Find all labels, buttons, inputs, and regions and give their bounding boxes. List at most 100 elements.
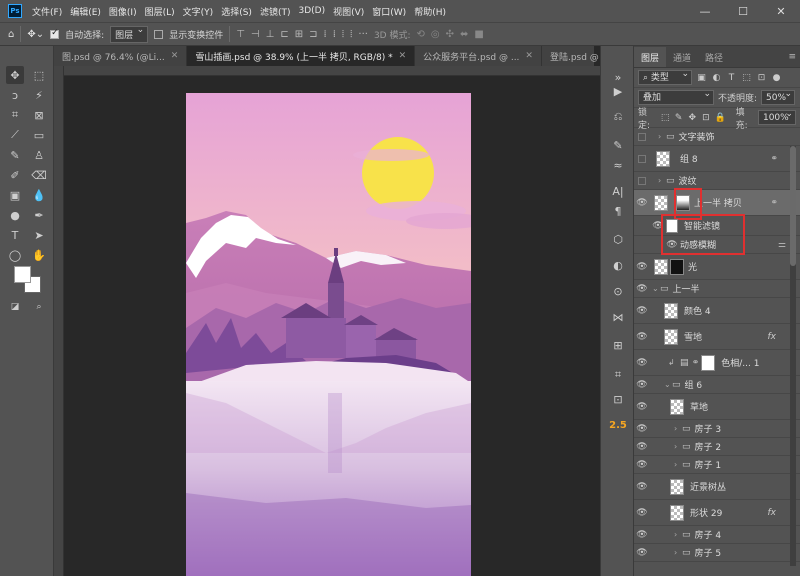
align-vcenter-icon[interactable]: ⊣ xyxy=(251,29,260,40)
chevron-right-icon[interactable]: › xyxy=(674,530,682,539)
3d-icon[interactable]: ⬡ xyxy=(609,230,627,248)
eye-icon[interactable]: 👁 xyxy=(634,530,650,540)
brushes-icon[interactable]: ≈ xyxy=(609,156,627,174)
eye-icon[interactable]: 👁 xyxy=(634,380,650,390)
adjustments-icon[interactable]: ◐ xyxy=(609,256,627,274)
maximize-button[interactable]: ☐ xyxy=(724,0,762,22)
layer-row[interactable]: › ▭ 波纹 xyxy=(634,172,800,190)
chevron-right-icon[interactable]: › xyxy=(658,132,666,141)
ellipse-icon[interactable]: ◯ xyxy=(6,246,24,264)
eye-icon[interactable]: 👁 xyxy=(634,306,650,316)
layer-row[interactable]: 👁 草地 xyxy=(634,394,800,420)
visibility-toggle[interactable] xyxy=(634,154,650,163)
tab-paths[interactable]: 路径 xyxy=(698,47,730,67)
filter-toggle-icon[interactable]: ● xyxy=(771,72,782,83)
minimize-button[interactable]: — xyxy=(686,0,724,22)
eye-icon[interactable]: 👁 xyxy=(634,424,650,434)
patch-icon[interactable]: ▭ xyxy=(30,126,48,144)
stamp-icon[interactable]: ♙ xyxy=(30,146,48,164)
crop-icon[interactable]: ⌗ xyxy=(6,106,24,124)
tab-document-1[interactable]: 图.psd @ 76.4% (@Li... ✕ xyxy=(54,46,188,66)
show-transform-checkbox[interactable] xyxy=(154,29,164,39)
filter-adjust-icon[interactable]: ◐ xyxy=(711,72,722,83)
tab-layers[interactable]: 图层 xyxy=(634,47,667,67)
filter-shape-icon[interactable]: ⬚ xyxy=(741,72,752,83)
eraser-icon[interactable]: ⌫ xyxy=(30,166,48,184)
layer-row[interactable]: 👁 › ▭ 房子 5 xyxy=(634,544,800,562)
paragraph-icon[interactable]: ¶ xyxy=(609,202,627,220)
eye-icon[interactable]: 👁 xyxy=(634,548,650,558)
dodge-icon[interactable]: ● xyxy=(6,206,24,224)
filter-pixel-icon[interactable]: ▣ xyxy=(696,72,707,83)
eye-icon[interactable]: 👁 xyxy=(634,402,650,412)
marquee-icon[interactable]: ⬚ xyxy=(30,66,48,84)
lock-position-icon[interactable]: ✥ xyxy=(687,112,697,123)
distribute-icon[interactable]: ⁞ xyxy=(333,29,336,40)
filter-options-icon[interactable]: ⚌ xyxy=(778,240,786,250)
layer-row[interactable]: 👁 雪地 fx xyxy=(634,324,800,350)
eye-icon[interactable]: 👁 xyxy=(634,198,650,208)
eye-icon[interactable]: 👁 xyxy=(634,358,650,368)
gradient-icon[interactable]: ▣ xyxy=(6,186,24,204)
history-brush-icon[interactable]: ✐ xyxy=(6,166,24,184)
lock-all-icon[interactable]: 🔒 xyxy=(715,112,726,123)
menu-file[interactable]: 文件(F) xyxy=(28,5,66,18)
layer-row[interactable]: 👁 › ▭ 房子 1 xyxy=(634,456,800,474)
menu-help[interactable]: 帮助(H) xyxy=(410,5,450,18)
glyph-icon[interactable]: ⊡ xyxy=(609,390,627,408)
align-bottom-icon[interactable]: ⊥ xyxy=(266,29,275,40)
3d-pan-icon[interactable]: ✣ xyxy=(446,29,454,40)
3d-orbit-icon[interactable]: ⟲ xyxy=(417,29,425,40)
menu-type[interactable]: 文字(Y) xyxy=(179,5,218,18)
properties-icon[interactable]: ⋈ xyxy=(609,308,627,326)
quick-mask-icon[interactable]: ◪ xyxy=(6,298,24,316)
align-hcenter-icon[interactable]: ⊞ xyxy=(295,29,303,40)
close-icon[interactable]: ✕ xyxy=(399,51,407,61)
panel-menu-icon[interactable]: ≡ xyxy=(784,47,800,67)
play-icon[interactable]: ▶ xyxy=(609,82,627,100)
layer-row[interactable]: 👁 ⌄ ▭ 上一半 xyxy=(634,280,800,298)
filter-kind-dropdown[interactable]: ⌕ 类型 xyxy=(638,68,692,85)
layers-scrollbar-thumb[interactable] xyxy=(790,146,796,266)
frame-icon[interactable]: ⊠ xyxy=(30,106,48,124)
crop-panel-icon[interactable]: ⌗ xyxy=(609,366,627,384)
menu-edit[interactable]: 编辑(E) xyxy=(66,5,105,18)
pen-icon[interactable]: ✒ xyxy=(30,206,48,224)
lasso-icon[interactable]: ↄ xyxy=(6,86,24,104)
auto-select-checkbox[interactable] xyxy=(50,28,60,39)
character-icon[interactable]: A| xyxy=(609,182,627,200)
3d-slide-icon[interactable]: ⬌ xyxy=(460,29,468,40)
brush-settings-icon[interactable]: ✎ xyxy=(609,136,627,154)
layer-mask-thumbnail[interactable] xyxy=(670,258,684,275)
lock-transparency-icon[interactable]: ⬚ xyxy=(660,112,670,123)
magic-wand-icon[interactable]: ⚡ xyxy=(30,86,48,104)
visibility-toggle[interactable] xyxy=(634,132,650,141)
layer-row[interactable]: 👁 形状 29 fx xyxy=(634,500,800,526)
eye-icon[interactable]: 👁 xyxy=(634,284,650,294)
layer-row[interactable]: 👁 近景树丛 xyxy=(634,474,800,500)
navigator-icon[interactable]: ⊙ xyxy=(609,282,627,300)
align-left-icon[interactable]: ⊏ xyxy=(280,29,288,40)
eye-icon[interactable]: 👁 xyxy=(634,442,650,452)
eye-icon[interactable]: 👁 xyxy=(634,332,650,342)
layer-row[interactable]: › ▭ 文字装饰 xyxy=(634,128,800,146)
layer-row[interactable]: 👁 › ▭ 房子 3 xyxy=(634,420,800,438)
layer-row[interactable]: 👁 光 xyxy=(634,254,800,280)
chevron-right-icon[interactable]: › xyxy=(658,176,666,185)
menu-select[interactable]: 选择(S) xyxy=(217,5,256,18)
distribute-icon[interactable]: ⦙ xyxy=(350,29,352,40)
canvas-artwork[interactable] xyxy=(186,93,471,576)
tab-channels[interactable]: 通道 xyxy=(666,47,698,67)
menu-3d[interactable]: 3D(D) xyxy=(294,6,329,16)
fill-input[interactable]: 100% xyxy=(757,108,796,125)
libraries-icon[interactable]: ⊞ xyxy=(609,336,627,354)
fx-icon[interactable]: fx xyxy=(768,508,777,518)
move-tool-icon[interactable]: ✥⌄ xyxy=(27,29,44,40)
chevron-down-icon[interactable]: ⌄ xyxy=(652,284,660,293)
menu-window[interactable]: 窗口(W) xyxy=(368,5,410,18)
filter-row[interactable]: 👁 动感模糊 ⚌ xyxy=(634,214,800,255)
menu-filter[interactable]: 滤镜(T) xyxy=(256,5,295,18)
close-icon[interactable]: ✕ xyxy=(525,51,533,61)
zoom-icon[interactable]: ⌕ xyxy=(30,298,48,316)
layer-row-selected[interactable]: 👁 上一半 拷贝 ⚭ xyxy=(634,188,800,220)
